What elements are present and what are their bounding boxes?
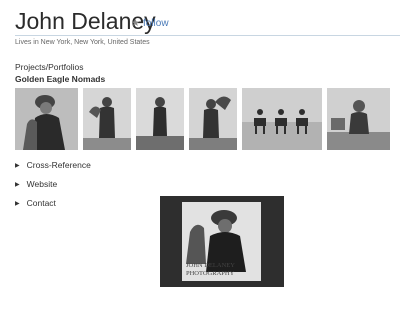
portfolio-thumbnail[interactable] [189,88,237,150]
toggle-label: Website [26,179,58,189]
header-divider [15,35,400,36]
photo-standing-man [83,88,131,150]
star-icon: ★ [131,18,140,29]
portfolio-thumbnail[interactable] [136,88,184,150]
photo-man-on-rug [136,88,184,150]
website-toggle[interactable]: ▶ Website [15,179,57,189]
triangle-right-icon: ▶ [15,182,20,188]
portfolio-thumbnail[interactable] [15,88,78,150]
triangle-right-icon: ▶ [15,163,20,169]
contact-toggle[interactable]: ▶ Contact [15,198,56,208]
portfolio-thumbnail[interactable] [83,88,131,150]
portfolio-thumbnail[interactable] [327,88,390,150]
photo-man-with-eagle [189,88,237,150]
triangle-right-icon: ▶ [15,201,20,207]
location-text: Lives in New York, New York, United Stat… [15,39,150,46]
featured-photo: JOHN DELANEY PHOTOGRAPHY [182,202,261,281]
toggle-label: Contact [26,198,56,208]
watermark-line-1: JOHN DELANEY [186,262,235,269]
follow-link[interactable]: ★ follow [131,18,169,29]
watermark-line-2: PHOTOGRAPHY [186,270,235,277]
photo-horsemen [242,88,322,150]
photo-rider-portrait [15,88,78,150]
cross-reference-toggle[interactable]: ▶ Cross-Reference [15,160,91,170]
projects-heading: Projects/Portfolios [15,62,84,72]
featured-image[interactable]: JOHN DELANEY PHOTOGRAPHY [160,196,284,287]
portfolio-title[interactable]: Golden Eagle Nomads [15,74,105,84]
portfolio-thumbnail[interactable] [242,88,322,150]
follow-label: follow [142,18,169,29]
toggle-label: Cross-Reference [26,160,91,170]
photo-woman-seated [327,88,390,150]
